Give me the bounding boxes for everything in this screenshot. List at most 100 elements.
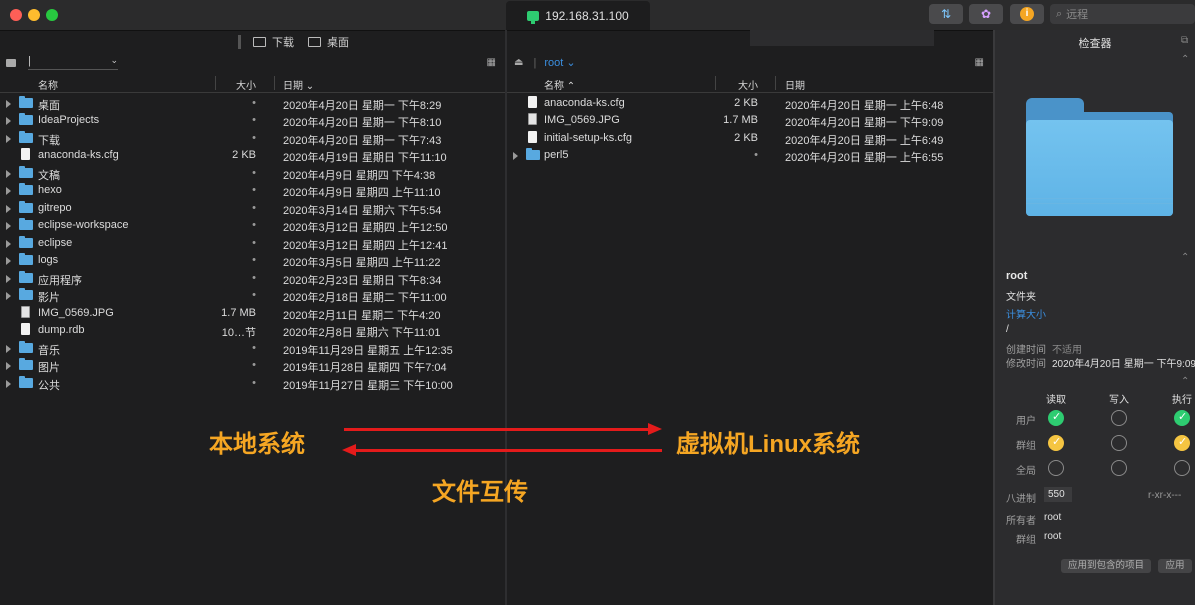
file-size: • bbox=[252, 289, 256, 301]
zoom-window-button[interactable] bbox=[46, 9, 58, 21]
column-separator[interactable] bbox=[715, 76, 716, 90]
disclosure-triangle-icon[interactable] bbox=[6, 117, 11, 125]
perm-read-checkbox[interactable] bbox=[1048, 435, 1064, 451]
file-row[interactable]: 公共 • 2019年11月27日 星期三 下午10:00 bbox=[0, 375, 505, 393]
collapse-chevron-icon[interactable]: ⌃ bbox=[1181, 252, 1189, 263]
disclosure-triangle-icon[interactable] bbox=[6, 169, 11, 178]
column-separator[interactable] bbox=[215, 76, 216, 90]
file-row[interactable]: gitrepo • 2020年3月14日 星期六 下午5:54 bbox=[0, 200, 505, 218]
perm-exec-checkbox[interactable] bbox=[1174, 460, 1190, 476]
perm-header-write: 写入 bbox=[1109, 395, 1129, 406]
file-row[interactable]: anaconda-ks.cfg 2 KB 2020年4月20日 星期一 上午6:48 bbox=[507, 95, 993, 113]
action-button[interactable]: ✿ bbox=[969, 4, 1003, 24]
perm-write-checkbox[interactable] bbox=[1111, 435, 1127, 451]
grid-view-icon[interactable]: ▦ bbox=[487, 57, 496, 68]
path-dropdown[interactable]: root ⌄ bbox=[544, 56, 575, 69]
document-icon bbox=[528, 130, 537, 143]
disclosure-triangle-icon[interactable] bbox=[6, 379, 11, 388]
disk-icon[interactable] bbox=[6, 58, 16, 67]
file-row[interactable]: dump.rdb 10…节 2020年2月8日 星期六 下午11:01 bbox=[0, 322, 505, 340]
disclosure-triangle-icon[interactable] bbox=[6, 344, 11, 353]
file-name: perl5 bbox=[544, 149, 569, 161]
apply-recursive-button[interactable]: 应用到包含的项目 bbox=[1061, 559, 1151, 573]
perm-write-checkbox[interactable] bbox=[1111, 460, 1127, 476]
server-icon bbox=[527, 10, 540, 24]
file-row[interactable]: eclipse-workspace • 2020年3月12日 星期四 上午12:50 bbox=[0, 217, 505, 235]
column-size[interactable]: 大小 bbox=[738, 77, 758, 92]
file-row[interactable]: 图片 • 2019年11月28日 星期四 下午7:04 bbox=[0, 357, 505, 375]
collapse-chevron-icon[interactable]: ⌃ bbox=[1181, 54, 1189, 65]
group-value[interactable]: root bbox=[1044, 531, 1061, 542]
disclosure-triangle-icon[interactable] bbox=[6, 222, 11, 230]
calculate-size-link[interactable]: 计算大小 bbox=[1006, 306, 1046, 321]
breadcrumb-handle bbox=[238, 35, 241, 49]
minimize-window-button[interactable] bbox=[28, 9, 40, 21]
disclosure-triangle-icon[interactable] bbox=[513, 152, 518, 160]
disclosure-triangle-icon[interactable] bbox=[6, 292, 11, 300]
disclosure-triangle-icon[interactable] bbox=[6, 204, 11, 213]
eject-icon[interactable]: ⏏ bbox=[514, 57, 523, 68]
location-dropdown[interactable]: | ⌄ bbox=[28, 55, 118, 70]
column-size[interactable]: 大小 bbox=[236, 77, 256, 92]
owner-value[interactable]: root bbox=[1044, 512, 1061, 523]
disclosure-triangle-icon[interactable] bbox=[6, 239, 11, 248]
breadcrumb-item[interactable]: 桌面 bbox=[327, 34, 349, 50]
column-separator[interactable] bbox=[775, 76, 776, 90]
perm-read-checkbox[interactable] bbox=[1048, 410, 1064, 426]
column-name[interactable]: 名称 bbox=[38, 77, 58, 92]
column-date[interactable]: 日期 bbox=[785, 77, 805, 92]
perm-write-checkbox[interactable] bbox=[1111, 410, 1127, 426]
transfer-arrows-icon: ⇅ bbox=[940, 7, 952, 21]
file-row[interactable]: hexo • 2020年4月9日 星期四 上午11:10 bbox=[0, 182, 505, 200]
grid-view-icon[interactable]: ▦ bbox=[975, 57, 984, 68]
file-row[interactable]: 应用程序 • 2020年2月23日 星期日 下午8:34 bbox=[0, 270, 505, 288]
file-name: 图片 bbox=[38, 362, 60, 374]
file-row[interactable]: logs • 2020年3月5日 星期四 上午11:22 bbox=[0, 252, 505, 270]
group-label: 群组 bbox=[1016, 535, 1036, 546]
octal-input[interactable]: 550 bbox=[1044, 487, 1072, 502]
file-name: dump.rdb bbox=[38, 324, 85, 336]
file-name: gitrepo bbox=[38, 201, 72, 214]
disclosure-triangle-icon[interactable] bbox=[6, 257, 11, 265]
disclosure-triangle-icon[interactable] bbox=[6, 99, 11, 108]
folder-icon bbox=[19, 218, 33, 230]
file-row[interactable]: 音乐 • 2019年11月29日 星期五 上午12:35 bbox=[0, 340, 505, 358]
column-separator[interactable] bbox=[274, 76, 275, 90]
file-row[interactable]: 文稿 • 2020年4月9日 星期四 下午4:38 bbox=[0, 165, 505, 183]
disclosure-triangle-icon[interactable] bbox=[6, 274, 11, 283]
copy-icon[interactable]: ⧉ bbox=[1181, 35, 1188, 46]
file-row[interactable]: 下载 • 2020年4月20日 星期一 下午7:43 bbox=[0, 130, 505, 148]
file-row[interactable]: initial-setup-ks.cfg 2 KB 2020年4月20日 星期一 上… bbox=[507, 130, 993, 148]
collapse-chevron-icon[interactable]: ⌃ bbox=[1181, 376, 1189, 387]
close-window-button[interactable] bbox=[10, 9, 22, 21]
disclosure-triangle-icon[interactable] bbox=[6, 134, 11, 143]
column-name[interactable]: 名称 ⌃ bbox=[544, 77, 575, 92]
info-button[interactable]: i bbox=[1010, 4, 1044, 24]
disclosure-triangle-icon[interactable] bbox=[6, 187, 11, 195]
file-row[interactable]: anaconda-ks.cfg 2 KB 2020年4月19日 星期日 下午11:1… bbox=[0, 147, 505, 165]
file-row[interactable]: perl5 • 2020年4月20日 星期一 上午6:55 bbox=[507, 147, 993, 165]
file-size: • bbox=[252, 359, 256, 371]
disclosure-triangle-icon[interactable] bbox=[6, 362, 11, 370]
breadcrumb-item[interactable]: 下载 bbox=[272, 34, 294, 50]
column-date[interactable]: 日期 ⌄ bbox=[283, 77, 314, 92]
file-row[interactable]: 影片 • 2020年2月18日 星期二 下午11:00 bbox=[0, 287, 505, 305]
perm-read-checkbox[interactable] bbox=[1048, 460, 1064, 476]
arrow-left bbox=[356, 449, 662, 452]
perm-exec-checkbox[interactable] bbox=[1174, 435, 1190, 451]
file-row[interactable]: 桌面 • 2020年4月20日 星期一 下午8:29 bbox=[0, 95, 505, 113]
file-row[interactable]: IdeaProjects • 2020年4月20日 星期一 下午8:10 bbox=[0, 112, 505, 130]
perm-exec-checkbox[interactable] bbox=[1174, 410, 1190, 426]
file-name: IMG_0569.JPG bbox=[38, 306, 114, 319]
file-name: anaconda-ks.cfg bbox=[544, 96, 625, 109]
apply-button[interactable]: 应用 bbox=[1158, 559, 1192, 573]
transfer-button[interactable]: ⇅ bbox=[929, 4, 963, 24]
file-row[interactable]: IMG_0569.JPG 1.7 MB 2020年4月20日 星期一 下午9:09 bbox=[507, 112, 993, 130]
file-date: 2020年2月11日 星期二 下午4:20 bbox=[283, 309, 441, 322]
tab-remote-host[interactable]: 192.168.31.100 bbox=[506, 1, 650, 30]
file-row[interactable]: eclipse • 2020年3月12日 星期四 上午12:41 bbox=[0, 235, 505, 253]
gear-flower-icon: ✿ bbox=[980, 7, 992, 21]
file-row[interactable]: IMG_0569.JPG 1.7 MB 2020年2月11日 星期二 下午4:20 bbox=[0, 305, 505, 323]
search-field[interactable]: ⌕ 远程 bbox=[1050, 4, 1195, 24]
file-size: • bbox=[252, 201, 256, 214]
